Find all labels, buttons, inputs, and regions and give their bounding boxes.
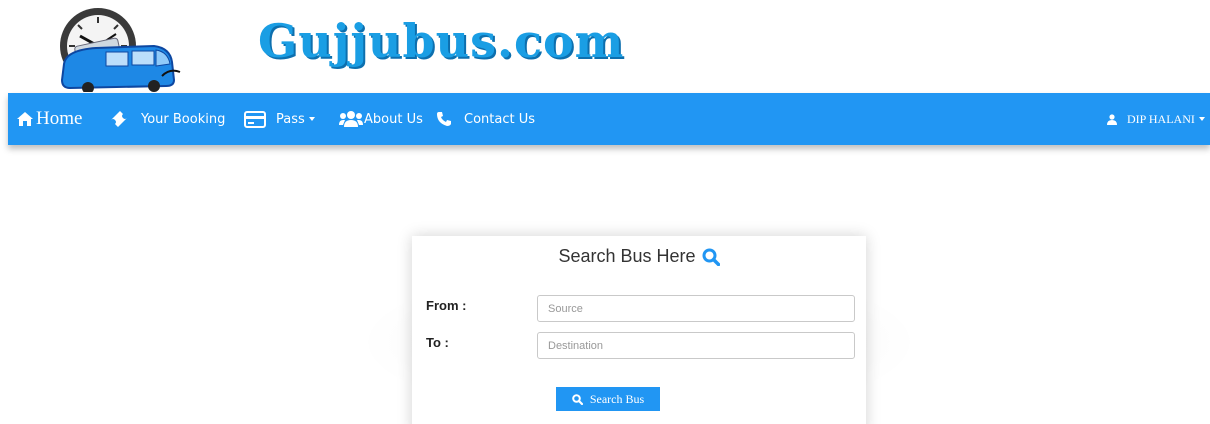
nav-user-menu[interactable]: DIP HALANI — [1107, 93, 1205, 145]
nav-contact-us[interactable]: Contact Us — [436, 93, 535, 145]
to-label: To : — [426, 335, 449, 350]
chevron-down-icon — [1198, 117, 1205, 121]
main-navbar: Home Your Booking Pass About Us Contact … — [8, 93, 1210, 145]
header: Gujjubus.com — [0, 0, 1210, 94]
bus-clock-logo-icon[interactable] — [36, 6, 186, 94]
search-card-title: Search Bus Here — [412, 246, 866, 267]
nav-pass-label: Pass — [276, 111, 305, 127]
search-icon — [572, 393, 583, 405]
from-label: From : — [426, 298, 467, 313]
source-input[interactable] — [537, 295, 855, 322]
nav-your-booking[interactable]: Your Booking — [109, 93, 225, 145]
nav-user-label: DIP HALANI — [1127, 111, 1195, 126]
search-icon — [702, 248, 720, 266]
nav-your-booking-label: Your Booking — [141, 111, 226, 127]
home-icon — [16, 111, 34, 127]
search-bus-button-label: Search Bus — [589, 391, 645, 406]
search-bus-button[interactable]: Search Bus — [556, 387, 660, 411]
nav-about-us-label: About Us — [364, 111, 423, 127]
ticket-icon — [109, 110, 129, 128]
nav-home-label: Home — [36, 108, 83, 129]
nav-contact-us-label: Contact Us — [464, 111, 535, 127]
search-bus-card: Search Bus Here From : To : Search Bus — [412, 236, 866, 424]
nav-about-us[interactable]: About Us — [339, 93, 423, 145]
site-title[interactable]: Gujjubus.com — [258, 14, 624, 68]
nav-home[interactable]: Home — [16, 93, 82, 145]
destination-input[interactable] — [537, 332, 855, 359]
credit-card-icon — [244, 110, 266, 128]
user-icon — [1107, 113, 1117, 125]
chevron-down-icon — [308, 117, 315, 121]
users-icon — [339, 110, 363, 128]
nav-pass[interactable]: Pass — [244, 93, 315, 145]
search-card-title-text: Search Bus Here — [558, 246, 696, 266]
phone-icon — [436, 111, 452, 127]
